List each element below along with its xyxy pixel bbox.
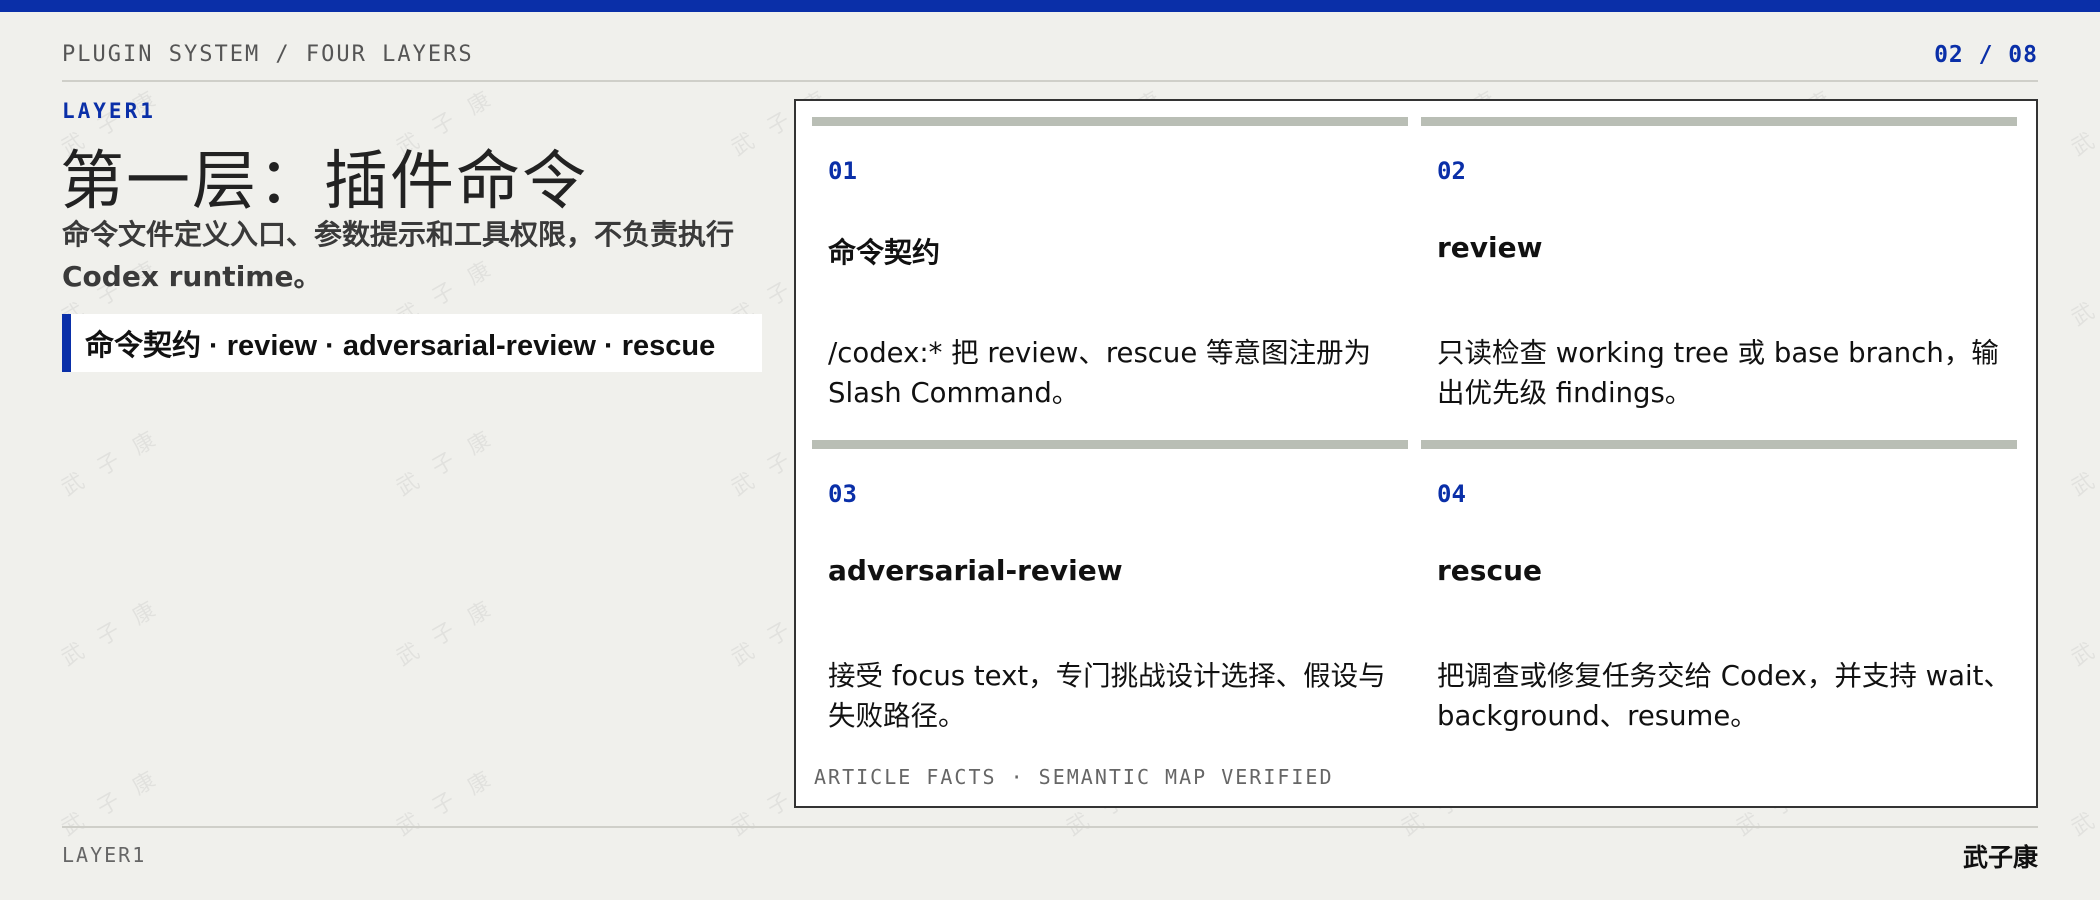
card-title: rescue — [1437, 554, 1542, 587]
card-title: 命令契约 — [828, 236, 941, 269]
page-counter: 02 / 08 — [1934, 42, 2038, 68]
command-card-contract: 01 命令契约 /codex:* 把 review、rescue 等意图注册为 … — [812, 117, 1408, 429]
command-panel: 01 命令契约 /codex:* 把 review、rescue 等意图注册为 … — [794, 99, 2038, 808]
watermark-text: 武 子 康 — [392, 424, 501, 502]
watermark-text: 武 子 康 — [57, 594, 166, 672]
card-number: 04 — [1437, 480, 1466, 508]
page-title: 第一层：插件命令 — [60, 145, 588, 219]
watermark-text: 武 子 康 — [2067, 425, 2100, 502]
command-card-review: 02 review 只读检查 working tree 或 base branc… — [1421, 117, 2017, 429]
command-summary-strip: 命令契约 · review · adversarial-review · res… — [62, 314, 762, 372]
card-top-bar — [1421, 117, 2017, 126]
watermark-text: 武 子 康 — [2067, 765, 2100, 842]
card-title: adversarial-review — [828, 554, 1123, 587]
watermark-text: 武 子 康 — [57, 424, 166, 502]
card-description: 把调查或修复任务交给 Codex，并支持 wait、background、res… — [1437, 660, 2011, 732]
footer-author: 武子康 — [1962, 843, 2038, 872]
watermark-text: 武 子 康 — [392, 764, 501, 842]
watermark-text: 武 子 康 — [2067, 255, 2100, 332]
card-top-bar — [1421, 440, 2017, 449]
card-top-bar — [812, 440, 1408, 449]
top-accent-bar — [0, 0, 2100, 12]
watermark-text: 武 子 康 — [2067, 85, 2100, 162]
card-top-bar — [812, 117, 1408, 126]
section-label: PLUGIN SYSTEM / FOUR LAYERS — [62, 42, 474, 67]
header-divider — [62, 80, 2038, 82]
card-description: 接受 focus text，专门挑战设计选择、假设与失败路径。 — [828, 660, 1386, 732]
watermark-text: 武 子 康 — [2067, 595, 2100, 672]
watermark-text: 武 子 康 — [392, 594, 501, 672]
card-description: 只读检查 working tree 或 base branch，输出优先级 fi… — [1437, 337, 1999, 409]
page-subtitle: 命令文件定义入口、参数提示和工具权限，不负责执行 Codex runtime。 — [62, 218, 735, 293]
panel-footer-note: ARTICLE FACTS · SEMANTIC MAP VERIFIED — [814, 765, 1334, 789]
footer-layer-label: LAYER1 — [62, 843, 147, 867]
card-number: 03 — [828, 480, 857, 508]
card-description: /codex:* 把 review、rescue 等意图注册为 Slash Co… — [828, 337, 1371, 409]
footer-divider — [62, 826, 2038, 828]
command-card-rescue: 04 rescue 把调查或修复任务交给 Codex，并支持 wait、back… — [1421, 440, 2017, 752]
command-card-adversarial-review: 03 adversarial-review 接受 focus text，专门挑战… — [812, 440, 1408, 752]
card-number: 02 — [1437, 157, 1466, 185]
layer-eyebrow: LAYER1 — [62, 99, 156, 123]
card-title: review — [1437, 231, 1543, 264]
card-number: 01 — [828, 157, 857, 185]
watermark-text: 武 子 康 — [57, 764, 166, 842]
